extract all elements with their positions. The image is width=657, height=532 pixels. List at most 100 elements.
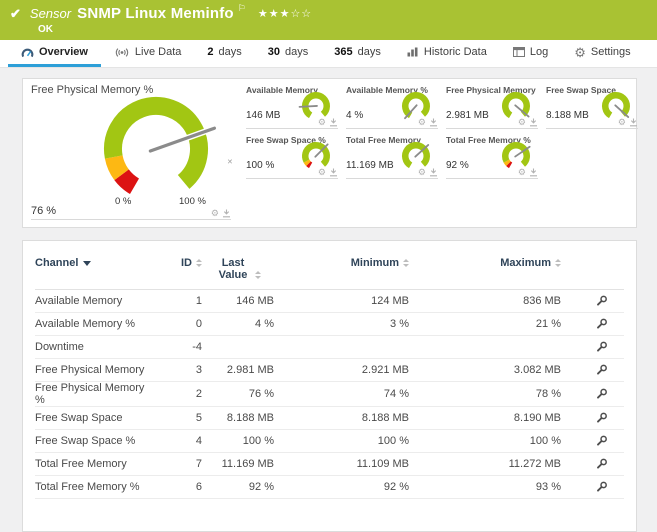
channel-table-panel: Channel ID Last Value Minimum Maximum Av…	[22, 240, 637, 532]
pin-icon[interactable]	[629, 118, 638, 127]
minimum-cell: 100 %	[377, 435, 409, 447]
gear-icon[interactable]: ⚙	[211, 209, 219, 218]
table-row: Available Memory % 0 4 % 3 % 21 %	[35, 313, 624, 336]
gear-icon[interactable]: ⚙	[418, 118, 426, 127]
maximum-cell: 8.190 MB	[513, 412, 561, 424]
gauge-actions: ⚙	[518, 118, 538, 127]
table-row: Total Free Memory 7 11.169 MB 11.109 MB 11.2…	[35, 453, 624, 476]
gauge-scale-max: 100 %	[179, 196, 206, 207]
minimum-cell: 11.109 MB	[356, 458, 409, 470]
id-cell: 5	[195, 412, 202, 424]
gear-icon[interactable]: ⚙	[318, 118, 326, 127]
gear-icon[interactable]: ⚙	[618, 118, 626, 127]
column-header-minimum[interactable]: Minimum	[274, 257, 409, 269]
gauge-value: 92 %	[446, 160, 469, 171]
check-icon: ✔	[10, 5, 21, 21]
channel-cell: Total Free Memory	[35, 458, 127, 470]
gauge-value: 11.169 MB	[346, 160, 394, 171]
gear-icon: ⚙	[574, 44, 586, 60]
gauge-actions: ⚙	[418, 118, 438, 127]
last-value-cell: 11.169 MB	[221, 458, 274, 470]
tab-label: Historic Data	[423, 46, 487, 58]
last-value-cell: 146 MB	[236, 295, 274, 307]
tab-settings[interactable]: ⚙ Settings	[561, 40, 643, 67]
tab-label: Settings	[590, 46, 631, 58]
channel-settings-icon[interactable]	[595, 318, 608, 330]
sort-icon	[555, 259, 561, 268]
priority-stars[interactable]: ★★★☆☆	[258, 7, 312, 20]
tab-label: days	[357, 46, 381, 58]
minimum-cell: 124 MB	[371, 295, 409, 307]
channel-cell: Free Swap Space %	[35, 435, 136, 447]
maximum-cell: 3.082 MB	[513, 364, 561, 376]
column-header-channel[interactable]: Channel	[35, 257, 157, 269]
column-header-maximum[interactable]: Maximum	[409, 257, 561, 269]
pin-icon[interactable]	[222, 209, 231, 218]
tab-label: Overview	[39, 46, 88, 58]
gauge-value: 100 %	[246, 160, 275, 171]
channel-settings-icon[interactable]	[595, 412, 608, 424]
chart-icon	[407, 47, 419, 57]
column-header-last-value[interactable]: Last Value	[202, 257, 274, 281]
channel-table-body: Available Memory 1 146 MB 124 MB 836 MB Avail…	[35, 290, 624, 499]
pin-icon[interactable]	[429, 118, 438, 127]
pin-icon[interactable]	[329, 168, 338, 177]
pin-icon[interactable]	[529, 118, 538, 127]
id-cell: 1	[195, 295, 202, 307]
channel-cell: Total Free Memory %	[35, 481, 140, 493]
gear-icon[interactable]: ⚙	[518, 118, 526, 127]
tab-log[interactable]: Log	[500, 40, 561, 67]
table-row: Downtime -4	[35, 336, 624, 359]
tab-label: days	[285, 46, 309, 58]
gauge-actions: ⚙	[418, 168, 438, 177]
flag-icon[interactable]: ⚐	[238, 3, 246, 14]
maximum-cell: 21 %	[535, 318, 561, 330]
gauge-icon	[21, 47, 34, 58]
pin-icon[interactable]	[529, 168, 538, 177]
gauge-actions: ⚙	[211, 209, 231, 218]
last-value-cell: 8.188 MB	[226, 412, 274, 424]
channel-settings-icon[interactable]	[595, 364, 608, 376]
sort-desc-icon	[83, 260, 92, 266]
tab-30-days[interactable]: 30 days	[255, 40, 322, 67]
tab-live-data[interactable]: Live Data	[101, 40, 194, 67]
tab-label: days	[218, 46, 242, 58]
peak-marker-icon: ✕	[227, 159, 233, 166]
page-title: SNMP Linux Meminfo	[77, 5, 234, 22]
tab-365-days[interactable]: 365 days	[321, 40, 394, 67]
channel-settings-icon[interactable]	[595, 341, 608, 353]
maximum-cell: 100 %	[529, 435, 561, 447]
table-row: Total Free Memory % 6 92 % 92 % 93 %	[35, 476, 624, 499]
id-cell: 4	[195, 435, 202, 447]
minimum-cell: 2.921 MB	[361, 364, 409, 376]
gear-icon[interactable]: ⚙	[518, 168, 526, 177]
gauge-tile: Available Memory 146 MB ⚙	[246, 83, 338, 129]
id-cell: 7	[195, 458, 202, 470]
minimum-cell: 92 %	[383, 481, 409, 493]
channel-settings-icon[interactable]	[595, 481, 608, 493]
gauge-tile: Available Memory % 4 % ⚙	[346, 83, 438, 129]
channel-settings-icon[interactable]	[595, 388, 608, 400]
tab-2-days[interactable]: 2 days	[194, 40, 254, 67]
channel-settings-icon[interactable]	[595, 435, 608, 447]
gear-icon[interactable]: ⚙	[418, 168, 426, 177]
gauge-value: 146 MB	[246, 110, 281, 121]
channel-settings-icon[interactable]	[595, 295, 608, 307]
last-value-cell: 4 %	[255, 318, 274, 330]
gauge-scale-min: 0 %	[115, 196, 132, 207]
tab-historic-data[interactable]: Historic Data	[394, 40, 500, 67]
gauge-value: 2.981 MB	[446, 110, 489, 121]
pin-icon[interactable]	[429, 168, 438, 177]
gear-icon[interactable]: ⚙	[318, 168, 326, 177]
id-cell: 2	[195, 388, 202, 400]
last-value-cell: 100 %	[242, 435, 274, 447]
gauge-tile: Free Swap Space 8.188 MB ⚙	[546, 83, 638, 129]
sensor-type-label: Sensor	[29, 6, 72, 21]
pin-icon[interactable]	[329, 118, 338, 127]
status-badge: OK	[38, 24, 53, 35]
column-header-id[interactable]: ID	[157, 257, 202, 269]
main-gauge-tile: Free Physical Memory % ✕ 0 % 100 % 76 % …	[31, 84, 233, 220]
tab-overview[interactable]: Overview	[8, 40, 101, 67]
channel-settings-icon[interactable]	[595, 458, 608, 470]
gauge-tile: Free Physical Memory 2.981 MB ⚙	[446, 83, 538, 129]
